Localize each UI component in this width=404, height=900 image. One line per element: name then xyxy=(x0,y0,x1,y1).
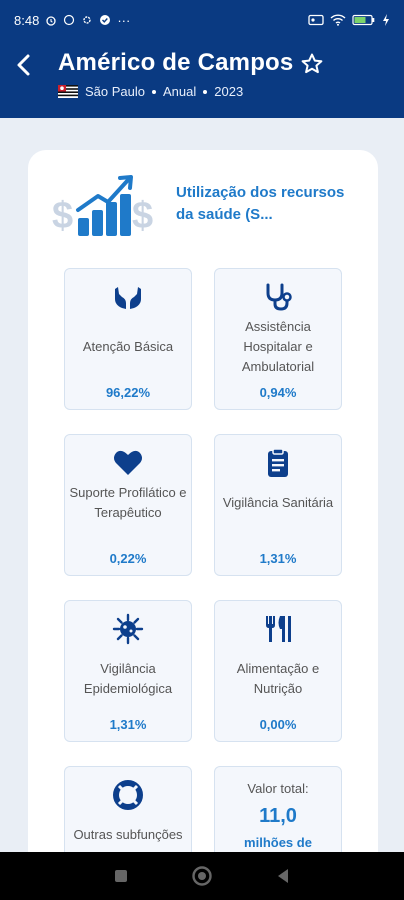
tile-label: Atenção Básica xyxy=(82,339,174,354)
battery-icon xyxy=(352,14,375,26)
tile-label: Vigilância Epidemiológica xyxy=(83,661,173,696)
circle-icon xyxy=(192,866,212,886)
virus-icon xyxy=(112,613,144,645)
home-button[interactable] xyxy=(191,865,213,887)
square-icon xyxy=(114,870,127,882)
status-more-dots: ··· xyxy=(117,12,131,28)
tile-value: 0,22% xyxy=(109,551,147,566)
tile-label: Vigilância Sanitária xyxy=(222,495,334,510)
separator-dot xyxy=(152,89,156,94)
tile-label: Suporte Profilático e Terapêutico xyxy=(69,485,187,520)
cast-icon xyxy=(308,14,324,26)
tile-value: 96,22% xyxy=(105,385,151,400)
tile-vigilancia-epidemiologica[interactable]: Vigilância Epidemiológica 1,31% xyxy=(64,600,192,742)
card-header: $ $ Utilização dos recursos da saúde (S.… xyxy=(28,150,378,250)
tile-value: 1,31% xyxy=(109,717,147,732)
utensils-icon xyxy=(266,616,291,642)
total-label: Valor total: xyxy=(247,781,309,796)
alarm-icon xyxy=(46,16,56,26)
health-resources-card: $ $ Utilização dos recursos da saúde (S.… xyxy=(28,150,378,870)
tile-label: Assistência Hospitalar e Ambulatorial xyxy=(241,319,315,374)
tile-label: Alimentação e Nutrição xyxy=(236,661,320,696)
hands-icon xyxy=(115,287,141,309)
status-bar: 8:48 ··· xyxy=(0,0,404,40)
triangle-back-icon xyxy=(278,869,289,883)
charging-icon xyxy=(383,14,389,26)
favorite-star-icon[interactable] xyxy=(300,52,324,76)
svg-text:$: $ xyxy=(132,195,153,237)
back-arrow-icon[interactable] xyxy=(12,52,36,78)
system-nav-bar xyxy=(0,852,404,900)
settings-icon xyxy=(83,16,92,24)
stethoscope-icon xyxy=(266,283,292,311)
lifebuoy-icon xyxy=(113,780,143,810)
svg-text:$: $ xyxy=(52,195,73,237)
separator-dot xyxy=(203,89,208,94)
location-breadcrumb: São Paulo Anual 2023 xyxy=(58,84,243,99)
clipboard-icon xyxy=(268,448,288,477)
tile-assistencia-hospitalar[interactable]: Assistência Hospitalar e Ambulatorial 0,… xyxy=(214,268,342,410)
recent-apps-button[interactable] xyxy=(110,865,132,887)
tile-alimentacao-nutricao[interactable]: Alimentação e Nutrição 0,00% xyxy=(214,600,342,742)
tile-value: 0,94% xyxy=(259,385,297,400)
year-label: 2023 xyxy=(214,84,244,99)
tile-value: 1,31% xyxy=(259,551,297,566)
app-header: Américo de Campos São Paulo Anual 2023 xyxy=(0,40,404,118)
check-circle-icon xyxy=(100,15,111,25)
status-time: 8:48 xyxy=(14,12,40,28)
wifi-icon xyxy=(330,14,346,26)
tile-vigilancia-sanitaria[interactable]: Vigilância Sanitária 1,31% xyxy=(214,434,342,576)
sao-paulo-flag-icon xyxy=(58,85,78,98)
tile-value: 0,00% xyxy=(259,717,297,732)
card-title: Utilização dos recursos da saúde (S... xyxy=(176,184,345,223)
state-label: São Paulo xyxy=(85,84,145,99)
tile-label: Outras subfunções xyxy=(73,827,183,842)
heart-icon xyxy=(114,450,142,475)
total-unit: milhões de xyxy=(244,835,312,850)
page-title: Américo de Campos xyxy=(58,49,294,76)
money-growth-chart-icon: $ $ xyxy=(52,175,153,237)
sync-icon xyxy=(64,14,75,26)
tile-suporte-profilatico[interactable]: Suporte Profilático e Terapêutico 0,22% xyxy=(64,434,192,576)
total-value: 11,0 xyxy=(259,805,297,827)
tile-atencao-basica[interactable]: Atenção Básica 96,22% xyxy=(64,268,192,410)
back-button[interactable] xyxy=(272,865,294,887)
period-label: Anual xyxy=(163,84,197,99)
